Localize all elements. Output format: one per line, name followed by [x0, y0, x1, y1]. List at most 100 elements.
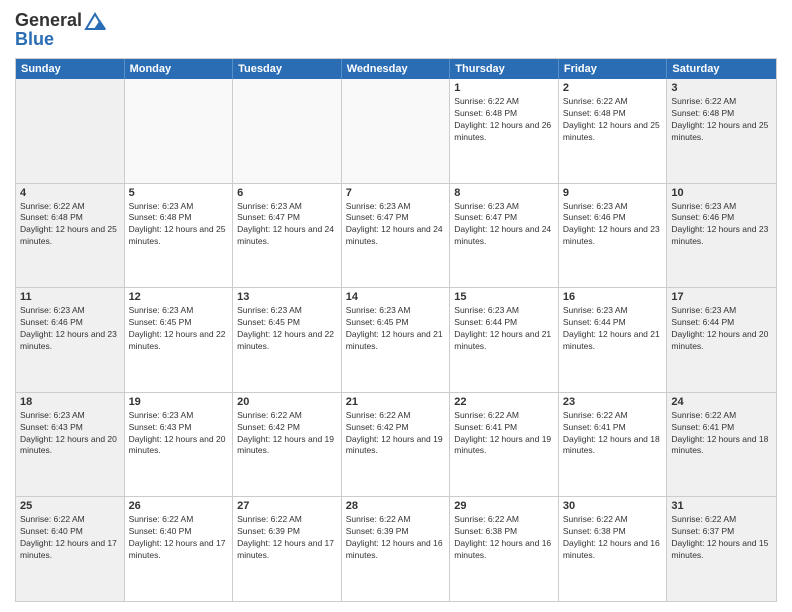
table-row: 23Sunrise: 6:22 AM Sunset: 6:41 PM Dayli…	[559, 393, 668, 497]
week-row-3: 11 Sunrise: 6:23 AM Sunset: 6:46 PM Dayli…	[16, 287, 776, 392]
table-row: 7 Sunrise: 6:23 AM Sunset: 6:47 PM Daylig…	[342, 184, 451, 288]
day-number: 18	[20, 396, 120, 408]
table-row: 27 Sunrise: 6:22 AM Sunset: 6:39 PM Dayli…	[233, 497, 342, 601]
page: General Blue SundayMondayTuesdayWednesda…	[0, 0, 792, 612]
table-row: 24Sunrise: 6:22 AM Sunset: 6:41 PM Dayli…	[667, 393, 776, 497]
daylight-hours: Sunrise: 6:22 AM Sunset: 6:37 PM Dayligh…	[671, 514, 772, 562]
day-number: 29	[454, 500, 554, 512]
daylight-hours: Sunrise: 6:22 AM Sunset: 6:42 PM Dayligh…	[237, 410, 337, 458]
week-row-2: 4 Sunrise: 6:22 AM Sunset: 6:48 PM Daylig…	[16, 183, 776, 288]
daylight-hours: Sunrise: 6:23 AM Sunset: 6:48 PM Dayligh…	[129, 201, 229, 249]
week-row-4: 18 Sunrise: 6:23 AM Sunset: 6:43 PM Dayli…	[16, 392, 776, 497]
daylight-hours: Sunrise: 6:22 AM Sunset: 6:41 PM Dayligh…	[671, 410, 772, 458]
daylight-hours: Sunrise: 6:23 AM Sunset: 6:47 PM Dayligh…	[454, 201, 554, 249]
table-row: 14 Sunrise: 6:23 AM Sunset: 6:45 PM Dayli…	[342, 288, 451, 392]
day-number: 1	[454, 82, 554, 94]
header-day-wednesday: Wednesday	[342, 59, 451, 79]
logo-icon	[83, 11, 107, 31]
table-row: 2 Sunrise: 6:22 AM Sunset: 6:48 PM Daylig…	[559, 79, 668, 183]
day-number: 7	[346, 187, 446, 199]
daylight-hours: Sunrise: 6:22 AM Sunset: 6:48 PM Dayligh…	[671, 96, 772, 144]
table-row: 25 Sunrise: 6:22 AM Sunset: 6:40 PM Dayli…	[16, 497, 125, 601]
day-number: 22	[454, 396, 554, 408]
day-number: 10	[671, 187, 772, 199]
table-row: 13Sunrise: 6:23 AM Sunset: 6:45 PM Dayli…	[233, 288, 342, 392]
table-row: 15 Sunrise: 6:23 AM Sunset: 6:44 PM Dayli…	[450, 288, 559, 392]
table-row: 10 Sunrise: 6:23 AM Sunset: 6:46 PM Dayli…	[667, 184, 776, 288]
day-number: 2	[563, 82, 663, 94]
daylight-hours: Sunrise: 6:22 AM Sunset: 6:39 PM Dayligh…	[237, 514, 337, 562]
daylight-hours: Sunrise: 6:23 AM Sunset: 6:47 PM Dayligh…	[237, 201, 337, 249]
calendar-body: 1 Sunrise: 6:22 AM Sunset: 6:48 PM Daylig…	[16, 79, 776, 601]
header-day-saturday: Saturday	[667, 59, 776, 79]
day-number: 4	[20, 187, 120, 199]
day-number: 26	[129, 500, 229, 512]
day-number: 23	[563, 396, 663, 408]
day-number: 28	[346, 500, 446, 512]
day-number: 30	[563, 500, 663, 512]
week-row-5: 25 Sunrise: 6:22 AM Sunset: 6:40 PM Dayli…	[16, 496, 776, 601]
table-row: 16 Sunrise: 6:23 AM Sunset: 6:44 PM Dayli…	[559, 288, 668, 392]
daylight-hours: Sunrise: 6:22 AM Sunset: 6:40 PM Dayligh…	[129, 514, 229, 562]
daylight-hours: Sunrise: 6:22 AM Sunset: 6:38 PM Dayligh…	[454, 514, 554, 562]
daylight-hours: Sunrise: 6:23 AM Sunset: 6:47 PM Dayligh…	[346, 201, 446, 249]
table-row: 5 Sunrise: 6:23 AM Sunset: 6:48 PM Daylig…	[125, 184, 234, 288]
table-row: 31 Sunrise: 6:22 AM Sunset: 6:37 PM Dayli…	[667, 497, 776, 601]
daylight-hours: Sunrise: 6:23 AM Sunset: 6:43 PM Dayligh…	[129, 410, 229, 458]
table-row	[233, 79, 342, 183]
daylight-hours: Sunrise: 6:23 AM Sunset: 6:44 PM Dayligh…	[671, 305, 772, 353]
daylight-hours: Sunrise: 6:23 AM Sunset: 6:45 PM Dayligh…	[237, 305, 337, 353]
day-number: 21	[346, 396, 446, 408]
daylight-hours: Sunrise: 6:23 AM Sunset: 6:44 PM Dayligh…	[563, 305, 663, 353]
daylight-hours: Sunrise: 6:22 AM Sunset: 6:41 PM Dayligh…	[454, 410, 554, 458]
day-number: 6	[237, 187, 337, 199]
table-row: 17 Sunrise: 6:23 AM Sunset: 6:44 PM Dayli…	[667, 288, 776, 392]
day-number: 5	[129, 187, 229, 199]
table-row: 20 Sunrise: 6:22 AM Sunset: 6:42 PM Dayli…	[233, 393, 342, 497]
daylight-hours: Sunrise: 6:22 AM Sunset: 6:42 PM Dayligh…	[346, 410, 446, 458]
day-number: 19	[129, 396, 229, 408]
day-number: 16	[563, 291, 663, 303]
table-row: 29 Sunrise: 6:22 AM Sunset: 6:38 PM Dayli…	[450, 497, 559, 601]
day-number: 25	[20, 500, 120, 512]
table-row: 1 Sunrise: 6:22 AM Sunset: 6:48 PM Daylig…	[450, 79, 559, 183]
table-row: 6 Sunrise: 6:23 AM Sunset: 6:47 PM Daylig…	[233, 184, 342, 288]
daylight-hours: Sunrise: 6:22 AM Sunset: 6:48 PM Dayligh…	[454, 96, 554, 144]
day-number: 12	[129, 291, 229, 303]
day-number: 31	[671, 500, 772, 512]
calendar-header: SundayMondayTuesdayWednesdayThursdayFrid…	[16, 59, 776, 79]
daylight-hours: Sunrise: 6:23 AM Sunset: 6:46 PM Dayligh…	[20, 305, 120, 353]
day-number: 9	[563, 187, 663, 199]
header-day-sunday: Sunday	[16, 59, 125, 79]
day-number: 17	[671, 291, 772, 303]
table-row: 26 Sunrise: 6:22 AM Sunset: 6:40 PM Dayli…	[125, 497, 234, 601]
daylight-hours: Sunrise: 6:23 AM Sunset: 6:44 PM Dayligh…	[454, 305, 554, 353]
table-row: 19 Sunrise: 6:23 AM Sunset: 6:43 PM Dayli…	[125, 393, 234, 497]
day-number: 27	[237, 500, 337, 512]
day-number: 11	[20, 291, 120, 303]
daylight-hours: Sunrise: 6:23 AM Sunset: 6:45 PM Dayligh…	[346, 305, 446, 353]
daylight-hours: Sunrise: 6:22 AM Sunset: 6:48 PM Dayligh…	[20, 201, 120, 249]
table-row	[125, 79, 234, 183]
table-row: 4 Sunrise: 6:22 AM Sunset: 6:48 PM Daylig…	[16, 184, 125, 288]
daylight-hours: Sunrise: 6:22 AM Sunset: 6:40 PM Dayligh…	[20, 514, 120, 562]
table-row: 28Sunrise: 6:22 AM Sunset: 6:39 PM Dayli…	[342, 497, 451, 601]
table-row: 30Sunrise: 6:22 AM Sunset: 6:38 PM Dayli…	[559, 497, 668, 601]
table-row: 11 Sunrise: 6:23 AM Sunset: 6:46 PM Dayli…	[16, 288, 125, 392]
day-number: 14	[346, 291, 446, 303]
day-number: 15	[454, 291, 554, 303]
week-row-1: 1 Sunrise: 6:22 AM Sunset: 6:48 PM Daylig…	[16, 79, 776, 183]
header: General Blue	[15, 10, 777, 50]
day-number: 3	[671, 82, 772, 94]
day-number: 20	[237, 396, 337, 408]
daylight-hours: Sunrise: 6:22 AM Sunset: 6:48 PM Dayligh…	[563, 96, 663, 144]
header-day-tuesday: Tuesday	[233, 59, 342, 79]
table-row: 18 Sunrise: 6:23 AM Sunset: 6:43 PM Dayli…	[16, 393, 125, 497]
daylight-hours: Sunrise: 6:23 AM Sunset: 6:43 PM Dayligh…	[20, 410, 120, 458]
table-row: 9Sunrise: 6:23 AM Sunset: 6:46 PM Daylig…	[559, 184, 668, 288]
table-row: 22 Sunrise: 6:22 AM Sunset: 6:41 PM Dayli…	[450, 393, 559, 497]
calendar: SundayMondayTuesdayWednesdayThursdayFrid…	[15, 58, 777, 602]
daylight-hours: Sunrise: 6:23 AM Sunset: 6:46 PM Dayligh…	[671, 201, 772, 249]
header-day-friday: Friday	[559, 59, 668, 79]
header-day-thursday: Thursday	[450, 59, 559, 79]
